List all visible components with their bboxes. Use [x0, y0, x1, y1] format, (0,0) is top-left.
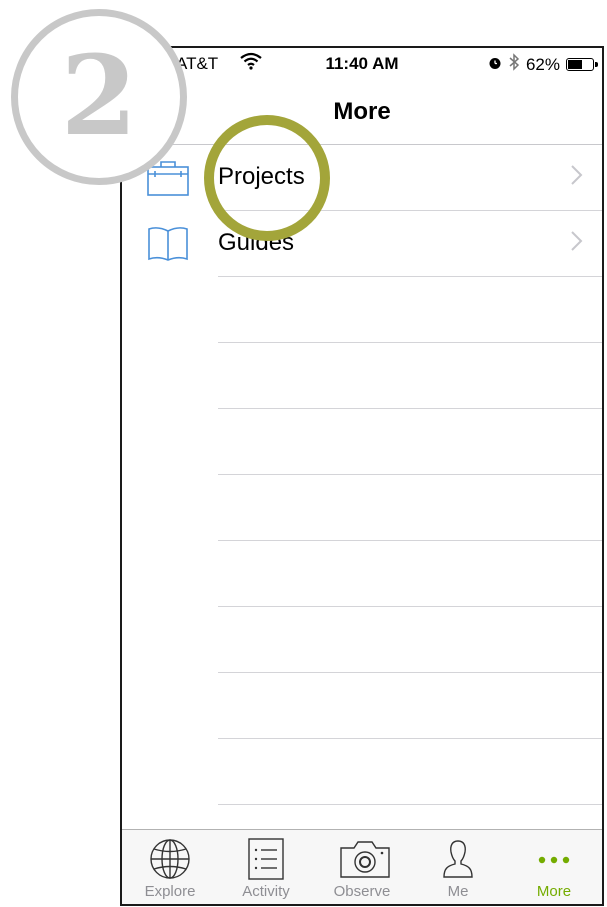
camera-icon: [338, 838, 390, 880]
empty-row: [122, 541, 602, 607]
tab-label: More: [536, 883, 572, 900]
ellipsis-icon: [530, 838, 578, 880]
menu-item-guides[interactable]: Guides: [122, 211, 602, 277]
more-menu-list: Projects Guides: [122, 145, 602, 871]
tab-activity[interactable]: Activity: [218, 830, 314, 904]
tab-explore[interactable]: Explore: [122, 830, 218, 904]
phone-screen: AT&T 11:40 AM 62% More Projects Guides E…: [120, 46, 604, 906]
empty-row: [122, 277, 602, 343]
globe-icon: [146, 838, 194, 880]
chevron-right-icon: [570, 163, 584, 187]
tab-more[interactable]: More: [506, 830, 602, 904]
bluetooth-icon: [508, 53, 520, 76]
person-icon: [434, 838, 482, 880]
tab-label: Explore: [144, 883, 196, 900]
status-right: 62%: [488, 53, 598, 76]
tab-label: Observe: [333, 883, 391, 900]
book-icon: [146, 225, 190, 263]
highlight-circle: [204, 115, 330, 241]
empty-row: [122, 409, 602, 475]
page-title: More: [333, 98, 391, 125]
status-bar: AT&T 11:40 AM 62%: [122, 48, 602, 78]
menu-item-projects[interactable]: Projects: [122, 145, 602, 211]
tab-bar: Explore Activity Observe Me More: [122, 829, 602, 904]
step-number-badge: 2: [11, 9, 187, 185]
battery-percent: 62%: [525, 54, 560, 74]
tab-me[interactable]: Me: [410, 830, 506, 904]
list-icon: [242, 838, 290, 880]
tab-observe[interactable]: Observe: [314, 830, 410, 904]
battery-icon: [566, 58, 598, 71]
empty-row: [122, 607, 602, 673]
empty-row: [122, 343, 602, 409]
empty-row: [122, 475, 602, 541]
step-number: 2: [60, 31, 138, 160]
navigation-bar: More: [122, 78, 602, 145]
empty-row: [122, 739, 602, 805]
chevron-right-icon: [570, 229, 584, 253]
tab-label: Activity: [242, 883, 290, 900]
empty-row: [122, 673, 602, 739]
alarm-icon: [488, 55, 502, 75]
tab-label: Me: [447, 883, 469, 900]
